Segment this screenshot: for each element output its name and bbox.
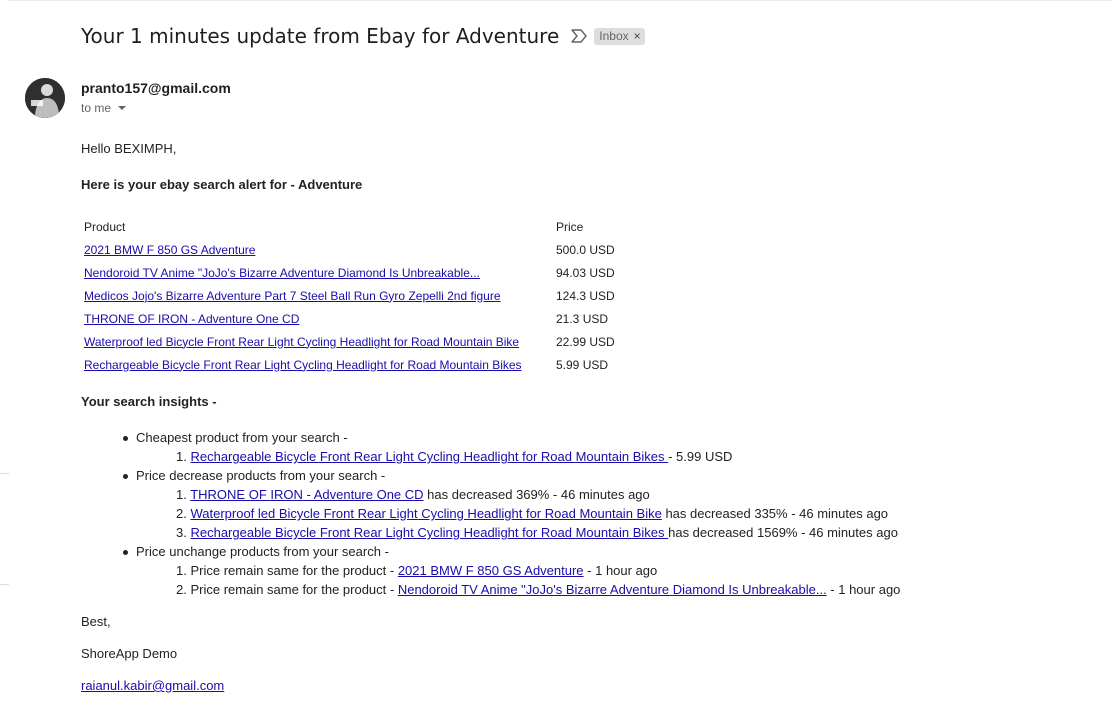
product-link[interactable]: Waterproof led Bicycle Front Rear Light …: [190, 506, 661, 521]
list-item: 2. Waterproof led Bicycle Front Rear Lig…: [176, 506, 888, 521]
list-number: 2.: [176, 506, 191, 521]
list-suffix: - 5.99 USD: [668, 449, 733, 464]
product-price: 5.99 USD: [556, 357, 609, 372]
avatar-image: [25, 78, 65, 118]
product-link[interactable]: Medicos Jojo's Bizarre Adventure Part 7 …: [84, 289, 501, 303]
list-suffix: has decreased 369% - 46 minutes ago: [423, 487, 650, 502]
product-link[interactable]: Waterproof led Bicycle Front Rear Light …: [84, 335, 519, 349]
edge-divider: [0, 584, 9, 585]
table-row: Nendoroid TV Anime "JoJo's Bizarre Adven…: [84, 261, 615, 284]
list-suffix: has decreased 1569% - 46 minutes ago: [668, 525, 898, 540]
remove-label-icon[interactable]: ×: [634, 30, 641, 42]
edge-divider: [0, 473, 9, 474]
list-item: 3. Rechargeable Bicycle Front Rear Light…: [176, 525, 898, 540]
table-row: 2021 BMW F 850 GS Adventure 500.0 USD: [84, 238, 615, 261]
list-prefix: Price remain same for the product -: [190, 582, 398, 597]
product-price: 124.3 USD: [556, 288, 615, 303]
alert-heading: Here is your ebay search alert for - Adv…: [81, 177, 363, 192]
bullet-icon: [123, 474, 128, 479]
important-marker-icon[interactable]: [570, 29, 588, 43]
table-row: THRONE OF IRON - Adventure One CD 21.3 U…: [84, 307, 615, 330]
recipient-label: to me: [81, 101, 112, 115]
product-price: 500.0 USD: [556, 242, 615, 257]
product-price: 22.99 USD: [556, 334, 615, 349]
unchange-label: Price unchange products from your search…: [136, 544, 389, 559]
chevron-down-icon[interactable]: [118, 106, 127, 110]
list-item: Cheapest product from your search -: [123, 430, 348, 445]
list-number: 1.: [176, 563, 191, 578]
top-divider: [8, 0, 1112, 1]
insights-heading: Your search insights -: [81, 394, 217, 409]
list-suffix: has decreased 335% - 46 minutes ago: [661, 506, 889, 521]
list-item: Price decrease products from your search…: [123, 468, 386, 483]
decrease-label: Price decrease products from your search…: [136, 468, 386, 483]
list-suffix: - 1 hour ago: [826, 582, 901, 597]
list-item: 1. THRONE OF IRON - Adventure One CD has…: [176, 487, 650, 502]
bullet-icon: [123, 550, 128, 555]
list-number: 1.: [176, 487, 191, 502]
list-item: 1. Rechargeable Bicycle Front Rear Light…: [176, 449, 732, 464]
table-header-row: Product Price: [84, 215, 615, 238]
product-link[interactable]: Rechargeable Bicycle Front Rear Light Cy…: [190, 525, 668, 540]
list-item: 2. Price remain same for the product - N…: [176, 582, 900, 597]
list-prefix: Price remain same for the product -: [190, 563, 398, 578]
product-link[interactable]: THRONE OF IRON - Adventure One CD: [190, 487, 423, 502]
company-name: ShoreApp Demo: [81, 646, 178, 661]
product-link[interactable]: 2021 BMW F 850 GS Adventure: [398, 563, 584, 578]
sender-email: pranto157@gmail.com: [81, 80, 231, 96]
product-link[interactable]: Rechargeable Bicycle Front Rear Light Cy…: [84, 358, 522, 372]
bullet-icon: [123, 436, 128, 441]
email-subject: Your 1 minutes update from Ebay for Adve…: [81, 24, 560, 48]
product-link[interactable]: THRONE OF IRON - Adventure One CD: [84, 312, 299, 326]
sender-avatar[interactable]: [25, 78, 65, 118]
contact-email-link[interactable]: raianul.kabir@gmail.com: [81, 678, 224, 693]
list-number: 1.: [176, 449, 191, 464]
product-link[interactable]: 2021 BMW F 850 GS Adventure: [84, 243, 255, 257]
column-header-product: Product: [84, 219, 126, 234]
list-suffix: - 1 hour ago: [583, 563, 658, 578]
column-header-price: Price: [556, 219, 584, 234]
product-link[interactable]: Nendoroid TV Anime "JoJo's Bizarre Adven…: [398, 582, 827, 597]
product-link[interactable]: Rechargeable Bicycle Front Rear Light Cy…: [190, 449, 668, 464]
list-number: 3.: [176, 525, 191, 540]
table-row: Waterproof led Bicycle Front Rear Light …: [84, 330, 615, 353]
table-row: Rechargeable Bicycle Front Rear Light Cy…: [84, 353, 615, 376]
list-number: 2.: [176, 582, 191, 597]
list-item: 1. Price remain same for the product - 2…: [176, 563, 657, 578]
signoff: Best,: [81, 614, 111, 629]
product-link[interactable]: Nendoroid TV Anime "JoJo's Bizarre Adven…: [84, 266, 480, 280]
product-price: 94.03 USD: [556, 265, 615, 280]
label-text: Inbox: [599, 28, 629, 43]
product-table: Product Price 2021 BMW F 850 GS Adventur…: [84, 215, 615, 376]
inbox-label-chip[interactable]: Inbox ×: [594, 27, 645, 45]
cheapest-label: Cheapest product from your search -: [136, 430, 348, 445]
list-item: Price unchange products from your search…: [123, 544, 389, 559]
greeting: Hello BEXIMPH,: [81, 141, 177, 156]
recipient-toggle[interactable]: to me: [81, 101, 127, 115]
table-row: Medicos Jojo's Bizarre Adventure Part 7 …: [84, 284, 615, 307]
subject-row: Your 1 minutes update from Ebay for Adve…: [81, 20, 645, 52]
product-price: 21.3 USD: [556, 311, 609, 326]
